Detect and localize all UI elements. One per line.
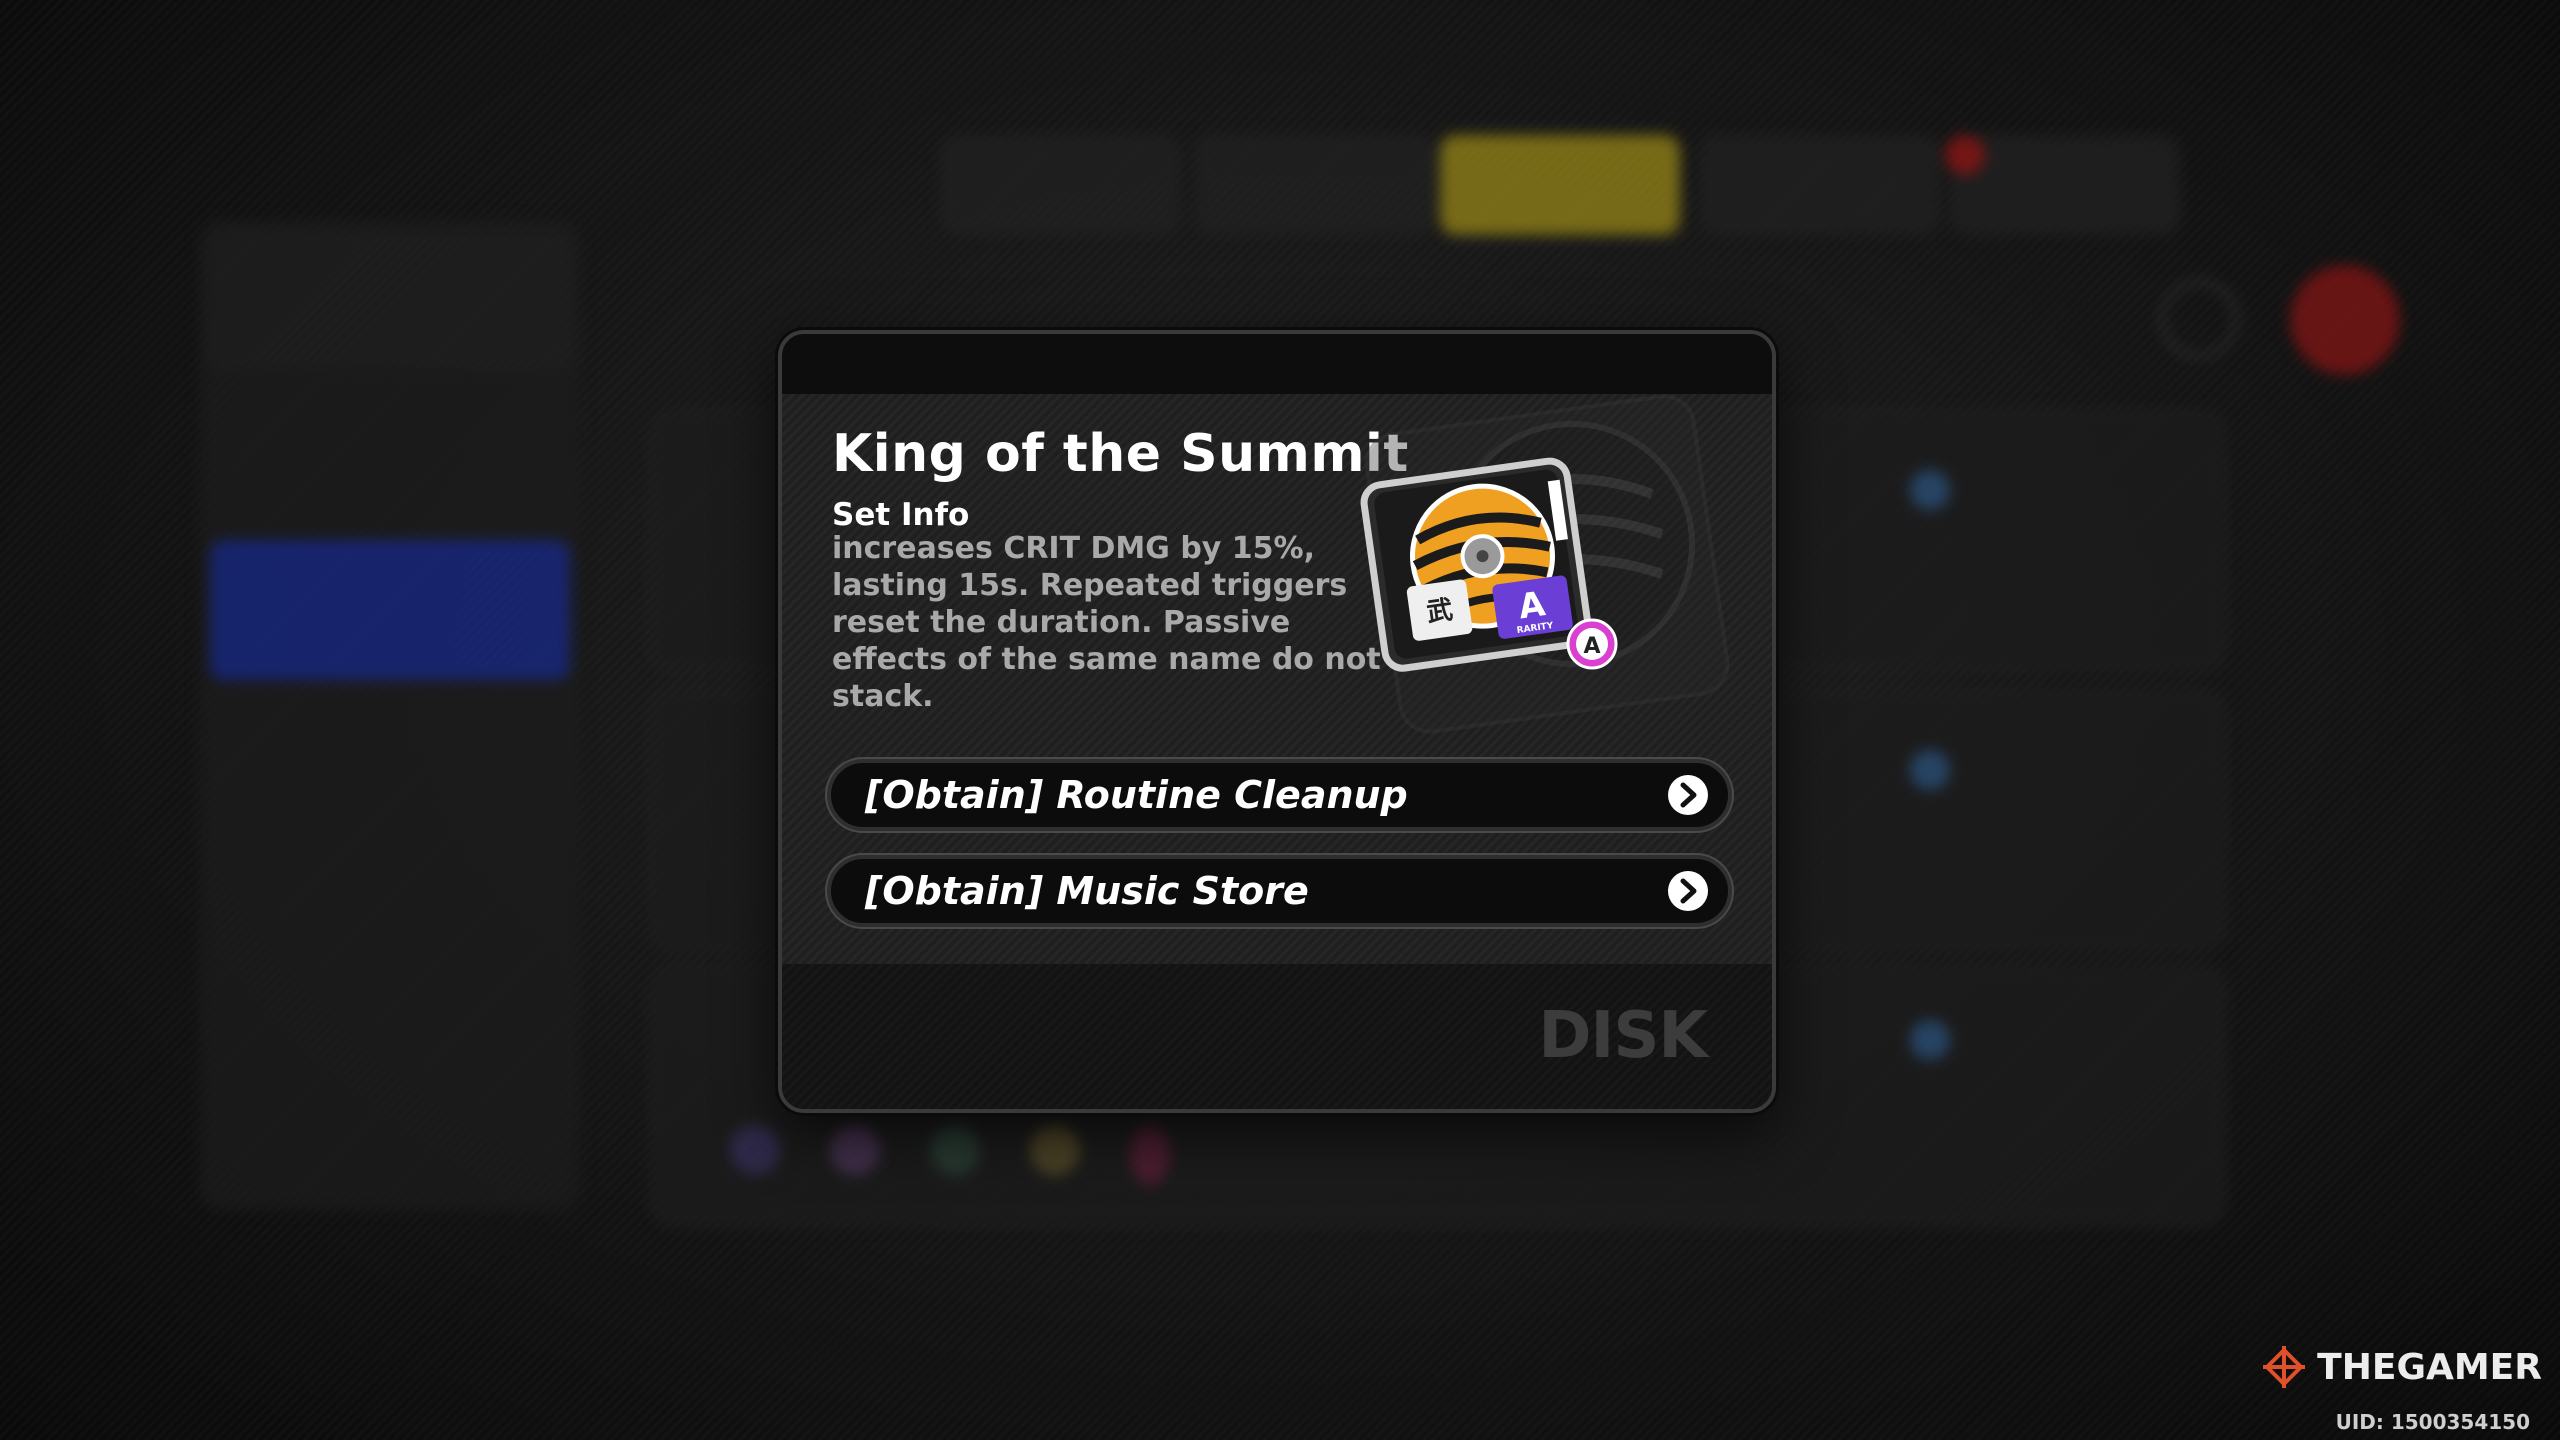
obtain-routine-cleanup-button[interactable]: [Obtain] Routine Cleanup	[827, 759, 1732, 831]
drive-disc-info-modal: King of the Summit Set Info increases CR…	[778, 330, 1776, 1113]
obtain-option-label: [Obtain] Music Store	[865, 869, 1309, 913]
obtain-music-store-button[interactable]: [Obtain] Music Store	[827, 855, 1732, 927]
disk-footer-label: DISK	[1538, 999, 1708, 1073]
modal-top-bar	[782, 334, 1772, 394]
svg-text:武: 武	[1425, 595, 1455, 628]
drive-disc-image: 武 A RARITY A	[1360, 394, 1730, 734]
set-info-label: Set Info	[832, 497, 970, 533]
rarity-badge: A	[1583, 634, 1600, 659]
watermark-brand: THEGAMER	[2317, 1346, 2542, 1388]
disc-set-title: King of the Summit	[832, 424, 1409, 484]
thegamer-logo-icon	[2263, 1346, 2306, 1388]
player-uid: UID: 1500354150	[2335, 1410, 2530, 1434]
thegamer-watermark: THEGAMER	[2259, 1342, 2542, 1392]
set-info-description: increases CRIT DMG by 15%, lasting 15s. …	[832, 531, 1381, 714]
chevron-right-icon	[1668, 871, 1708, 911]
chevron-right-icon	[1668, 775, 1708, 815]
obtain-option-label: [Obtain] Routine Cleanup	[865, 773, 1408, 817]
